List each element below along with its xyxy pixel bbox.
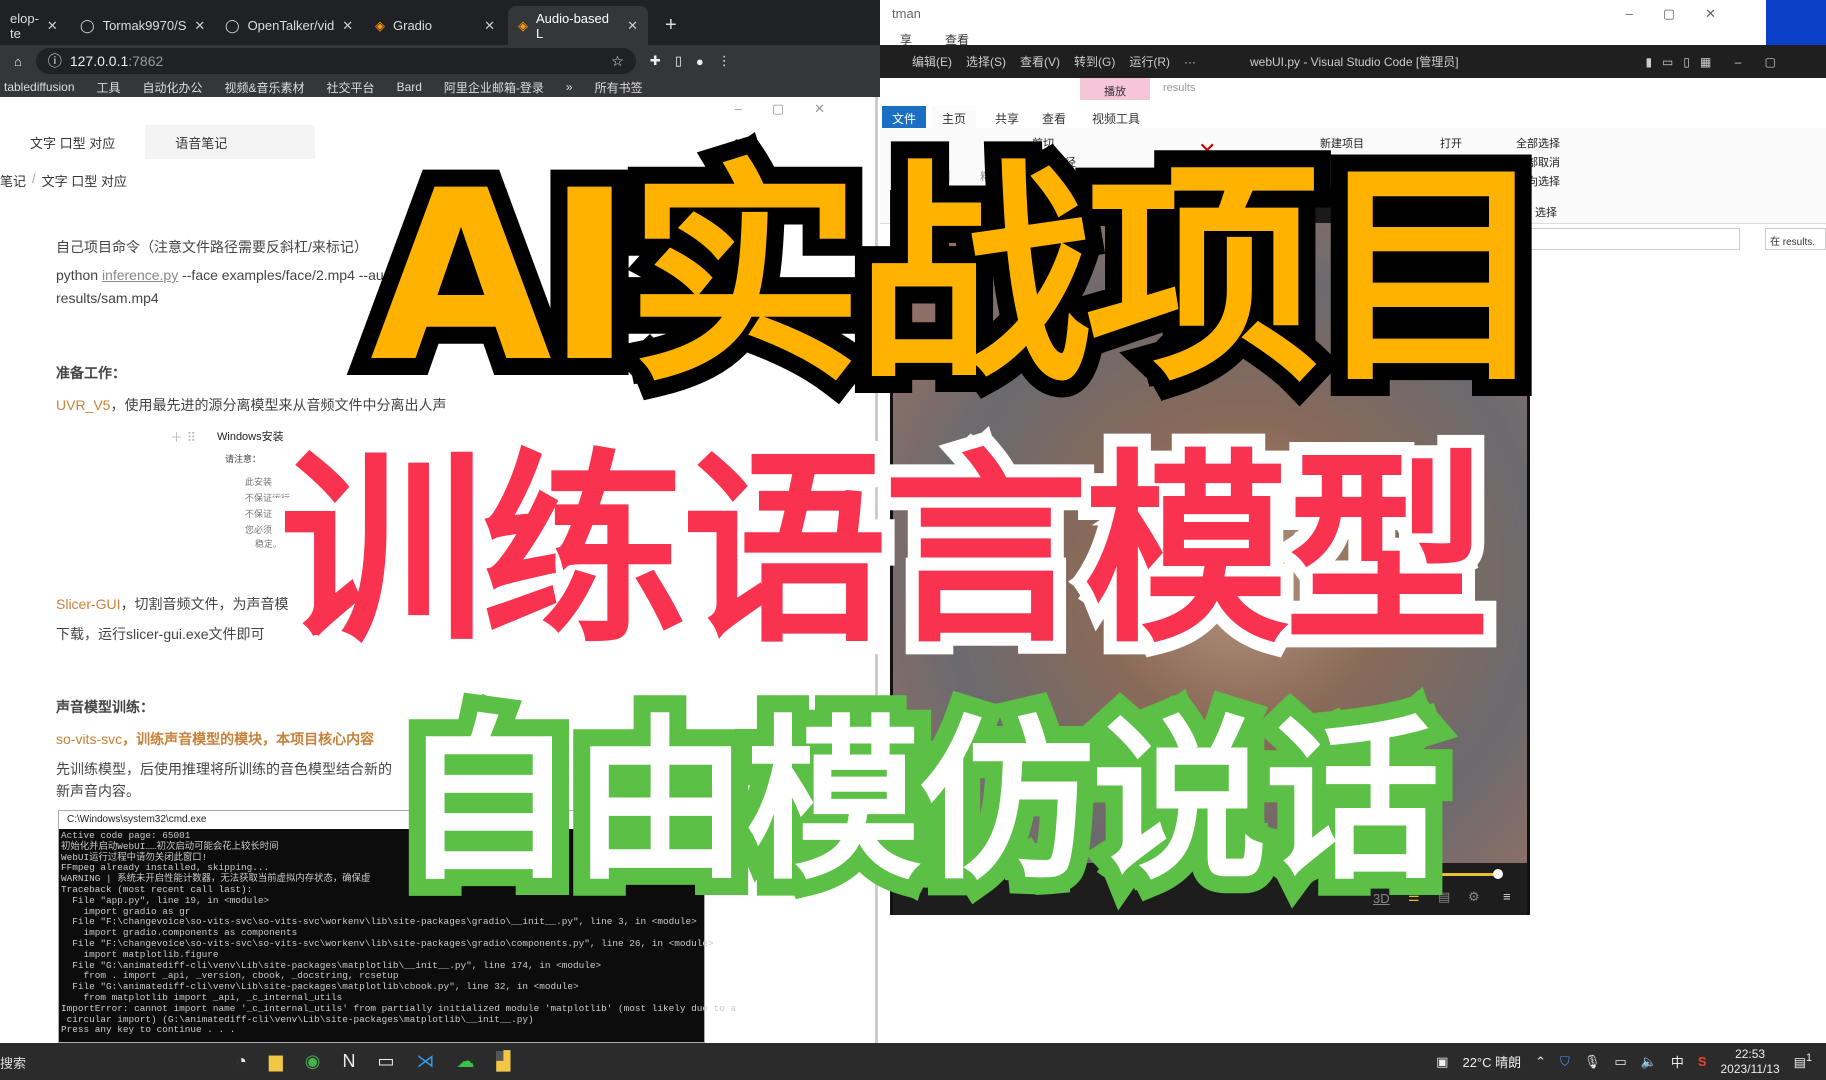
menu-icon[interactable]: ⋮ [718,53,731,69]
browser-tab[interactable]: ◯ OpenTalker/vid ✕ [215,6,360,45]
terminal-icon[interactable]: ▭ [377,1051,394,1072]
close-icon[interactable]: ✕ [627,18,638,34]
svc-link[interactable]: so-vits-svc [56,731,122,747]
notification-icon[interactable]: ▤1 [1794,1052,1812,1070]
star-icon[interactable]: ☆ [611,53,624,70]
new-tab-button[interactable]: + [655,6,687,45]
uvr-link[interactable]: UVR_V5 [56,397,110,413]
mic-icon[interactable]: 🎙 [1584,1054,1601,1070]
menu-icon[interactable]: ≡ [1503,889,1511,904]
bookmarks-bar: tablediffusion 工具 自动化办公 视频&音乐素材 社交平台 Bard 阿里企业… [0,77,880,97]
browser-tab[interactable]: ◈ Gradio ✕ [365,6,505,45]
address-field[interactable] [1530,228,1740,250]
volume-handle[interactable] [1493,869,1503,879]
volume-icon[interactable]: 🔈 [1641,1054,1657,1070]
playlist-icon[interactable]: ▤ [1438,889,1450,905]
taskbar-apps: ◔ ▆ ◉ N ▭ ⋊ ☁ ▟ [222,1051,511,1072]
window-controls[interactable]: –▢✕ [1626,6,1746,22]
search-input[interactable]: 在 results. [1765,228,1826,250]
tab-text-mouth[interactable]: 文字 口型 对应 [0,125,146,159]
bookmark[interactable]: 社交平台 [327,79,375,96]
notion-icon[interactable]: N [342,1051,355,1072]
close-icon[interactable]: ✕ [484,18,495,34]
bookmark[interactable]: 阿里企业邮箱-登录 [444,79,544,96]
search-box[interactable]: 搜索 [0,1043,222,1080]
chevron-up-icon[interactable]: ⌃ [1535,1054,1546,1070]
close-icon[interactable]: ✕ [342,18,353,34]
close-icon[interactable]: ✕ [194,18,205,34]
gear-icon[interactable]: ⚙ [1468,889,1480,905]
overlay-title-yellow: AI实战项目 [353,141,1566,414]
github-icon: ◯ [80,17,95,33]
clock-app-icon[interactable]: ◔ [236,1051,247,1072]
overlay-title-red: 训练语言模型 [267,433,1503,671]
chart-app-icon[interactable]: ▟ [496,1051,511,1072]
clock[interactable]: 22:53 2023/11/13 [1721,1047,1780,1077]
gradio-icon: ◈ [375,17,385,33]
close-icon[interactable]: ✕ [47,18,58,34]
window-controls[interactable]: –▢✕ [735,101,855,117]
browser-tab-bar: elop-te ✕ ◯ Tormak9970/S ✕ ◯ OpenTalker/vid ✕… [0,0,880,45]
browser-tab[interactable]: elop-te ✕ [0,6,58,45]
volume-slider[interactable] [1438,873,1498,876]
browser-tab-active[interactable]: ◈ Audio-based L ✕ [508,6,648,45]
news-icon[interactable]: ▣ [1436,1054,1448,1070]
postman-window: tman 享 查看 –▢✕ [880,0,1766,47]
info-icon: ⓘ [47,53,62,69]
taskbar: 搜索 ◔ ▆ ◉ N ▭ ⋊ ☁ ▟ ▣ 22°C 晴朗 ⌃ ⛉ 🎙 ▭ 🔈 中S 22:53 2023/… [0,1043,1826,1080]
chrome-icon[interactable]: ◉ [305,1051,321,1072]
bookmark[interactable]: 工具 [97,79,121,96]
bookmark[interactable]: 自动化办公 [143,79,203,96]
breadcrumb: 笔记 / 文字 口型 对应 [0,171,127,189]
gradio-icon: ◈ [518,17,528,33]
wechat-icon[interactable]: ☁ [456,1051,474,1072]
file-explorer-icon[interactable]: ▆ [269,1051,283,1072]
extensions-icon[interactable]: ✚ [650,53,661,69]
bookmark[interactable]: 所有书签 [595,79,643,96]
bookmark[interactable]: 视频&音乐素材 [225,79,305,96]
tab-voice-notes[interactable]: 语音笔记 [145,125,316,159]
github-icon: ◯ [225,17,240,33]
slicer-link[interactable]: Slicer-GUI [56,596,121,612]
network-icon[interactable]: ▭ [1614,1054,1626,1070]
vscode-titlebar: 编辑(E) 选择(S) 查看(V) 转到(G) 运行(R) ··· webUI.py - … [880,45,1826,78]
bookmark[interactable]: » [566,80,573,94]
avatar[interactable]: ● [696,54,704,69]
url-input[interactable]: ⓘ 127.0.0.1:7862 ☆ [35,48,636,74]
inference-link[interactable]: inference.py [102,267,178,283]
add-block-icon[interactable]: ＋ ⠿ [170,427,196,446]
sidepanel-icon[interactable]: ▯ [675,53,682,69]
address-bar-row: ⌂ ⓘ 127.0.0.1:7862 ☆ ✚ ▯ ● ⋮ [0,45,880,77]
shield-icon[interactable]: ⛉ [1560,1054,1570,1070]
bookmark[interactable]: Bard [397,80,422,94]
home-icon[interactable]: ⌂ [14,54,22,69]
overlay-title-green: 自由模仿说话 [383,698,1457,907]
blue-window-edge [1766,0,1826,45]
bookmark[interactable]: tablediffusion [4,80,75,94]
sogou-icon[interactable]: S [1698,1054,1707,1069]
layout-icons[interactable]: ▮▭▯▦ – ▢ [1645,55,1786,69]
vscode-icon[interactable]: ⋊ [416,1051,434,1072]
browser-tab[interactable]: ◯ Tormak9970/S ✕ [70,6,210,45]
